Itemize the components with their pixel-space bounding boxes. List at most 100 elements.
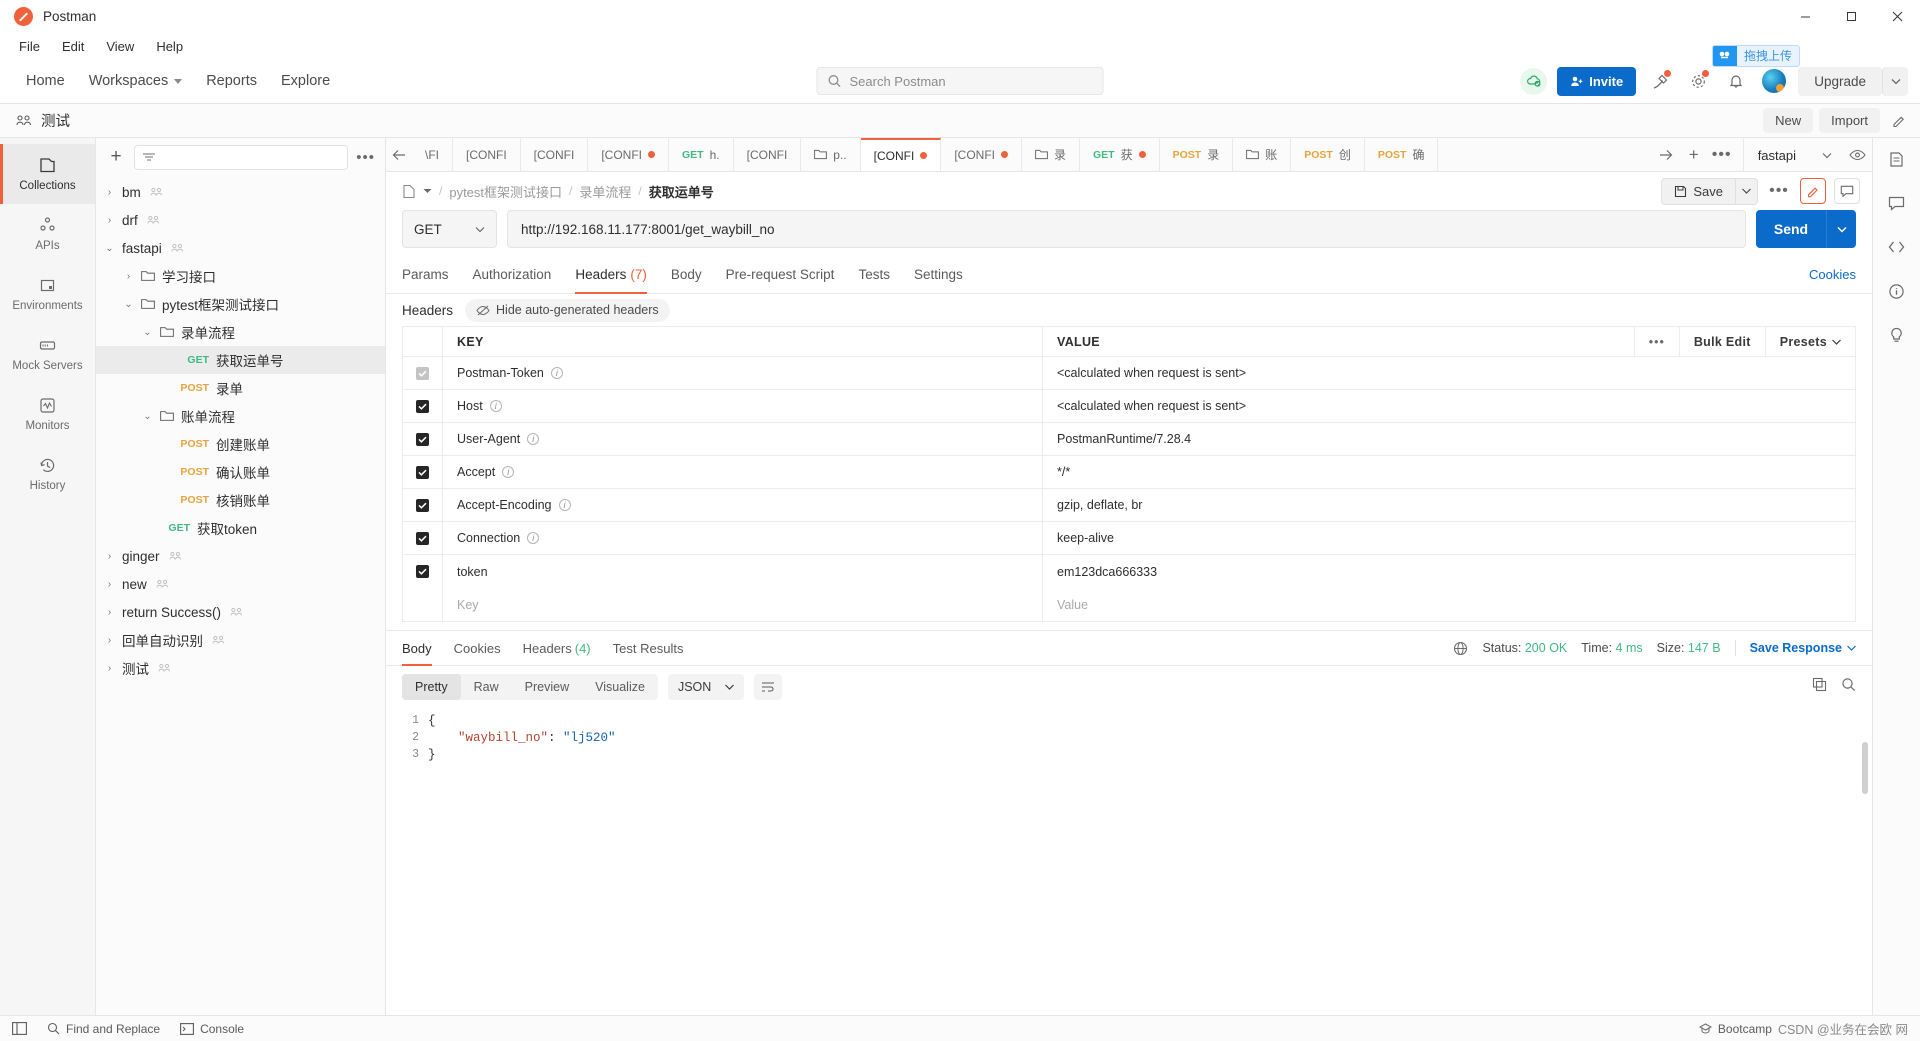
table-row[interactable]: User-Agent i PostmanRuntime/7.28.4 xyxy=(403,423,1855,456)
open-tab[interactable]: POST 确 xyxy=(1364,138,1439,171)
tree-collection-item[interactable]: › drf xyxy=(96,206,385,234)
info-icon[interactable]: i xyxy=(502,466,515,478)
open-tab[interactable]: \FI xyxy=(412,138,453,171)
copy-icon[interactable] xyxy=(1812,677,1827,697)
environment-selector[interactable]: fastapi xyxy=(1742,138,1842,172)
tree-request-item[interactable]: POST 创建账单 xyxy=(96,430,385,458)
minimize-icon[interactable] xyxy=(1782,0,1828,33)
tree-collection-item[interactable]: › return Success() xyxy=(96,598,385,626)
info-icon[interactable]: i xyxy=(558,499,571,511)
chevron-down-icon[interactable]: ⌄ xyxy=(123,299,134,310)
view-mode-pretty[interactable]: Pretty xyxy=(402,674,461,700)
invite-button[interactable]: Invite xyxy=(1557,66,1637,96)
view-mode-preview[interactable]: Preview xyxy=(512,674,582,700)
chevron-right-icon[interactable]: › xyxy=(104,551,115,562)
url-input[interactable]: http://192.168.11.177:8001/get_waybill_n… xyxy=(507,210,1746,248)
chevron-right-icon[interactable]: › xyxy=(104,635,115,646)
header-key-cell[interactable]: token xyxy=(443,555,1043,588)
documentation-icon[interactable] xyxy=(1882,146,1912,172)
edit-request-icon[interactable] xyxy=(1800,178,1826,204)
request-tab-settings[interactable]: Settings xyxy=(914,256,963,294)
open-tab[interactable]: [CONFI xyxy=(588,138,670,171)
bootcamp-button[interactable]: Bootcamp xyxy=(1698,1022,1772,1036)
chevron-down-icon[interactable]: ⌄ xyxy=(142,411,153,422)
tree-folder-item[interactable]: ⌄ 账单流程 xyxy=(96,402,385,430)
open-tab[interactable]: [CONFI xyxy=(520,138,589,171)
header-value-cell[interactable]: keep-alive xyxy=(1043,522,1855,554)
menu-view[interactable]: View xyxy=(97,37,143,56)
find-and-replace-button[interactable]: Find and Replace xyxy=(47,1022,160,1036)
header-key-cell[interactable]: User-Agent i xyxy=(443,423,1043,455)
header-enabled-checkbox[interactable] xyxy=(416,498,429,512)
open-tab[interactable]: [CONFI xyxy=(941,138,1022,171)
sync-status-icon[interactable] xyxy=(1520,67,1548,95)
add-collection-button[interactable]: + xyxy=(106,146,126,168)
new-tab-button[interactable]: + xyxy=(1681,138,1707,172)
open-tab[interactable]: GET 获 xyxy=(1080,138,1160,171)
rail-item-environments[interactable]: Environments xyxy=(0,264,95,324)
tree-collection-item[interactable]: ⌄ fastapi xyxy=(96,234,385,262)
table-row-empty[interactable]: Key Value xyxy=(403,588,1855,621)
search-icon[interactable] xyxy=(1841,677,1856,697)
header-value-cell[interactable]: PostmanRuntime/7.28.4 xyxy=(1043,423,1855,455)
info-icon[interactable]: i xyxy=(489,400,502,412)
header-enabled-checkbox[interactable] xyxy=(416,531,429,545)
workspace-edit-icon[interactable] xyxy=(1886,108,1912,134)
tree-request-item[interactable]: GET 获取token xyxy=(96,514,385,542)
bell-icon[interactable] xyxy=(1722,67,1750,95)
tree-collection-item[interactable]: › ginger xyxy=(96,542,385,570)
rail-item-apis[interactable]: APIs xyxy=(0,204,95,264)
rail-item-history[interactable]: History xyxy=(0,444,95,504)
tree-request-item[interactable]: POST 录单 xyxy=(96,374,385,402)
header-key-cell[interactable]: Accept i xyxy=(443,456,1043,488)
header-value-cell[interactable]: <calculated when request is sent> xyxy=(1043,390,1855,422)
tabs-more-icon[interactable]: ••• xyxy=(1709,138,1735,172)
info-icon[interactable]: i xyxy=(550,367,563,379)
header-key-cell[interactable]: Postman-Token i xyxy=(443,357,1043,389)
comments-icon[interactable] xyxy=(1834,178,1860,204)
save-options-icon[interactable] xyxy=(1736,177,1758,205)
request-tab-params[interactable]: Params xyxy=(402,256,449,294)
table-row[interactable]: Accept i */* xyxy=(403,456,1855,489)
view-mode-raw[interactable]: Raw xyxy=(461,674,512,700)
info-icon[interactable]: i xyxy=(527,433,540,445)
save-button[interactable]: Save xyxy=(1661,177,1736,205)
tree-request-item[interactable]: GET 获取运单号 xyxy=(96,346,385,374)
header-key-cell[interactable]: Connection i xyxy=(443,522,1043,554)
sidebar-toggle-icon[interactable] xyxy=(12,1022,27,1035)
nav-home[interactable]: Home xyxy=(14,67,77,95)
response-format-select[interactable]: JSON xyxy=(667,674,745,700)
workspace-name[interactable]: 测试 xyxy=(41,110,70,131)
new-button[interactable]: New xyxy=(1763,108,1814,133)
menu-edit[interactable]: Edit xyxy=(53,37,93,56)
info-icon[interactable] xyxy=(1882,278,1912,304)
table-row[interactable]: Accept-Encoding i gzip, deflate, br xyxy=(403,489,1855,522)
response-tab-headers[interactable]: Headers (4) xyxy=(523,630,591,666)
chevron-right-icon[interactable]: › xyxy=(104,187,115,198)
menu-file[interactable]: File xyxy=(10,37,49,56)
request-tab-tests[interactable]: Tests xyxy=(858,256,890,294)
response-tab-body[interactable]: Body xyxy=(402,630,432,666)
open-tab[interactable]: POST 录 xyxy=(1159,138,1234,171)
header-enabled-checkbox[interactable] xyxy=(416,565,429,578)
cookies-link[interactable]: Cookies xyxy=(1809,267,1856,282)
sidebar-more-icon[interactable]: ••• xyxy=(356,149,375,166)
environment-quick-look-icon[interactable] xyxy=(1842,138,1872,172)
avatar[interactable] xyxy=(1760,67,1788,95)
menu-help[interactable]: Help xyxy=(147,37,192,56)
rail-item-collections[interactable]: Collections xyxy=(0,144,95,204)
nav-workspaces[interactable]: Workspaces xyxy=(77,67,195,95)
header-key-cell[interactable]: Host i xyxy=(443,390,1043,422)
chevron-down-icon[interactable]: ⌄ xyxy=(104,243,115,254)
open-tab[interactable]: p.. xyxy=(801,138,861,171)
sidebar-filter-input[interactable] xyxy=(134,144,349,170)
table-row[interactable]: token em123dca666333 xyxy=(403,555,1855,588)
close-icon[interactable] xyxy=(1874,0,1920,33)
breadcrumb-item-collection[interactable]: pytest框架测试接口 xyxy=(449,182,562,201)
code-snippet-icon[interactable] xyxy=(1882,234,1912,260)
open-tab[interactable]: 录 xyxy=(1021,138,1080,171)
chevron-right-icon[interactable]: › xyxy=(104,579,115,590)
nav-explore[interactable]: Explore xyxy=(269,67,342,95)
nav-reports[interactable]: Reports xyxy=(194,67,269,95)
response-scrollbar[interactable] xyxy=(1862,742,1868,794)
